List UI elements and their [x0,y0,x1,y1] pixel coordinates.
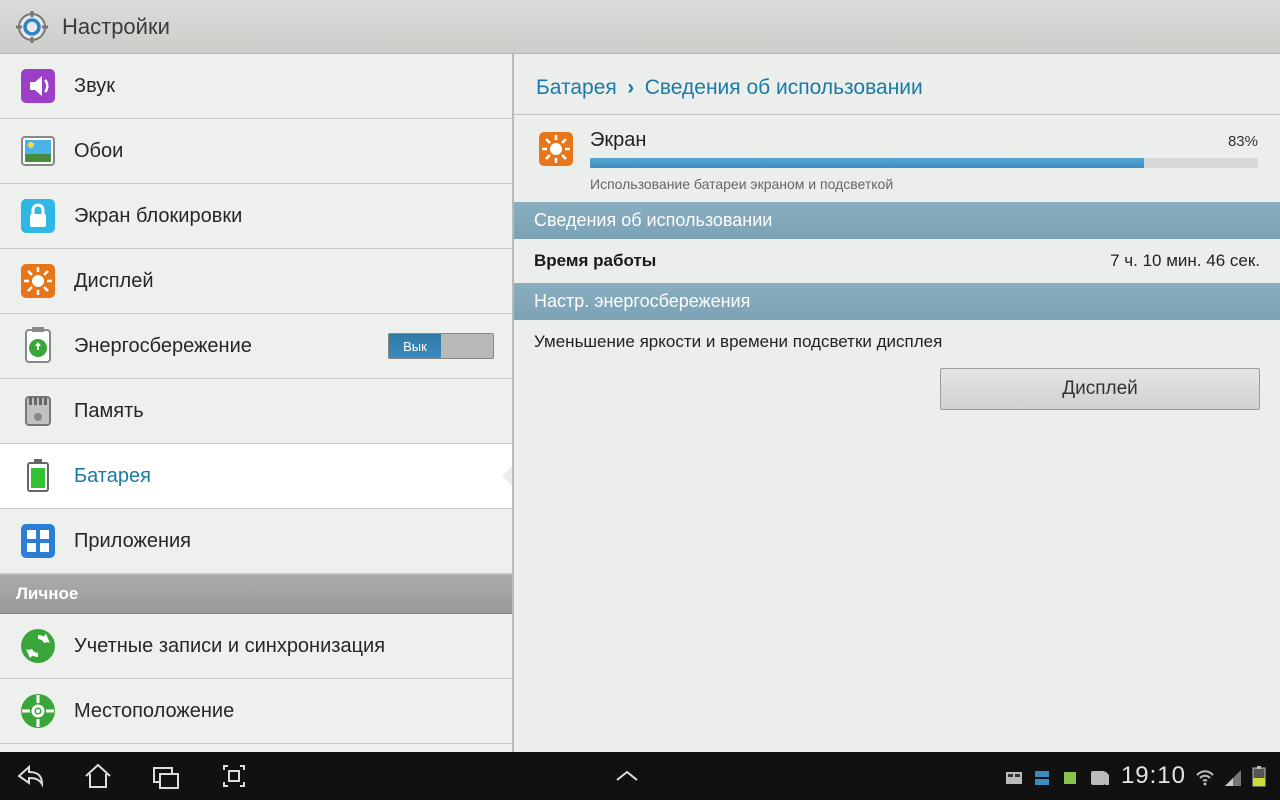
sidebar-item-label: Местоположение [74,700,234,723]
back-icon[interactable] [14,760,46,792]
sidebar-item-label: Память [74,400,144,423]
sidebar-item-sound[interactable]: Звук [0,54,512,119]
screen-usage-icon [536,129,576,169]
app-title: Настройки [62,14,170,40]
sidebar-item-label: Батарея [74,465,151,488]
status-icon-1 [1005,767,1023,785]
sidebar-item-wallpaper[interactable]: Обои [0,119,512,184]
status-tray[interactable]: 19:10 [1005,762,1266,790]
storage-icon [18,391,58,431]
runtime-label: Время работы [534,251,656,271]
usage-name: Экран [590,129,646,152]
breadcrumb: Батарея › Сведения об использовании [514,54,1280,115]
lock-icon [18,196,58,236]
battery-status-icon [1252,765,1266,787]
recycle-icon [18,326,58,366]
home-icon[interactable] [82,760,114,792]
gear-icon [16,11,48,43]
sidebar-item-label: Звук [74,75,115,98]
signal-icon [1224,767,1242,785]
sidebar-item-location[interactable]: Местоположение [0,679,512,744]
crumb-battery[interactable]: Батарея [536,76,617,99]
toggle-off-label: Вык [389,334,441,358]
display-button[interactable]: Дисплей [940,368,1260,410]
system-navbar: 19:10 [0,752,1280,800]
usage-desc: Использование батареи экраном и подсветк… [590,176,1258,192]
runtime-row: Время работы 7 ч. 10 мин. 46 сек. [514,239,1280,283]
recent-icon[interactable] [150,760,182,792]
sidebar-item-label: Приложения [74,530,191,553]
sidebar-item-storage[interactable]: Память [0,379,512,444]
wifi-icon [1196,767,1214,785]
sidebar-item-label: Экран блокировки [74,205,242,228]
sidebar-item-label: Дисплей [74,270,154,293]
apps-icon [18,521,58,561]
sidebar-item-label: Энергосбережение [74,335,252,358]
screenshot-icon[interactable] [218,760,250,792]
sync-icon [18,626,58,666]
chevron-right-icon: › [627,76,634,99]
crumb-usage: Сведения об использовании [645,76,923,99]
wallpaper-icon [18,131,58,171]
sidebar-section-personal: Личное [0,574,512,614]
settings-sidebar: .com Звук Обои Экран блокировки [0,54,514,752]
battery-icon [18,456,58,496]
usage-item[interactable]: Экран 83% Использование батареи экраном … [514,115,1280,202]
sound-icon [18,66,58,106]
content-pane: Батарея › Сведения об использовании Экра… [514,54,1280,752]
section-power-settings: Настр. энергосбережения [514,283,1280,320]
usage-bar [590,158,1258,168]
status-icon-3 [1061,767,1079,785]
sidebar-item-powersaving[interactable]: Энергосбережение Вык [0,314,512,379]
runtime-value: 7 ч. 10 мин. 46 сек. [1110,251,1260,271]
sim-icon [1089,767,1111,785]
status-icon-2 [1033,767,1051,785]
display-icon [18,261,58,301]
app-header: Настройки [0,0,1280,54]
sidebar-item-battery[interactable]: Батарея [0,444,512,509]
sidebar-item-apps[interactable]: Приложения [0,509,512,574]
sidebar-item-label: Учетные записи и синхронизация [74,635,385,658]
power-note: Уменьшение яркости и времени подсветки д… [514,320,1280,364]
sidebar-item-display[interactable]: Дисплей [0,249,512,314]
usage-percent: 83% [1228,133,1258,150]
location-icon [18,691,58,731]
sidebar-item-lockscreen[interactable]: Экран блокировки [0,184,512,249]
clock: 19:10 [1121,762,1186,790]
powersaving-toggle[interactable]: Вык [388,333,494,359]
sidebar-item-label: Обои [74,140,123,163]
section-usage-details: Сведения об использовании [514,202,1280,239]
expand-icon[interactable] [611,760,643,792]
sidebar-item-accounts[interactable]: Учетные записи и синхронизация [0,614,512,679]
